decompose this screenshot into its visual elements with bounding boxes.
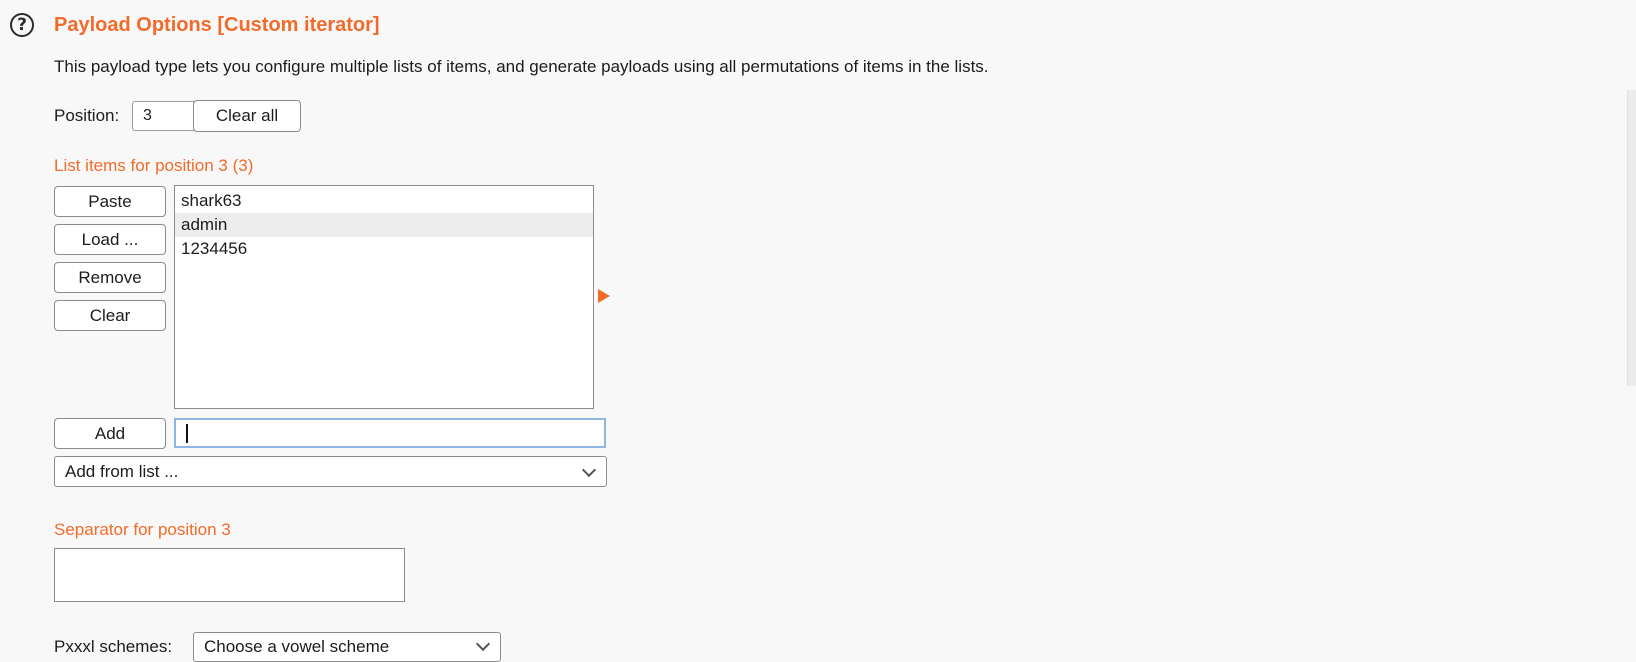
- add-from-list-dropdown[interactable]: Add from list ...: [54, 456, 607, 487]
- add-item-input[interactable]: [174, 418, 606, 448]
- chevron-down-icon: [581, 462, 597, 478]
- scheme-label: Pxxxl schemes:: [54, 637, 173, 656]
- list-item[interactable]: admin: [175, 213, 593, 237]
- clear-all-button[interactable]: Clear all: [193, 100, 301, 132]
- vertical-scrollbar[interactable]: [1627, 90, 1636, 386]
- paste-button[interactable]: Paste: [54, 186, 166, 217]
- list-items-label: List items for position 3 (3): [54, 156, 254, 175]
- section-title: Payload Options [Custom iterator]: [54, 14, 380, 36]
- scheme-dropdown-value: Choose a vowel scheme: [204, 637, 390, 656]
- position-select[interactable]: 3: [132, 101, 194, 131]
- list-items-box[interactable]: shark63 admin 1234456: [174, 185, 594, 409]
- play-arrow-icon[interactable]: [598, 289, 610, 303]
- chevron-down-icon: [475, 636, 491, 652]
- separator-input[interactable]: [54, 548, 405, 602]
- add-from-list-label: Add from list ...: [65, 462, 179, 481]
- position-label: Position:: [54, 106, 120, 125]
- remove-button[interactable]: Remove: [54, 262, 166, 293]
- list-item[interactable]: 1234456: [175, 237, 593, 261]
- text-caret: [186, 424, 188, 443]
- load-button[interactable]: Load ...: [54, 224, 166, 255]
- help-icon[interactable]: ?: [10, 13, 34, 37]
- add-button[interactable]: Add: [54, 418, 166, 449]
- clear-button[interactable]: Clear: [54, 300, 166, 331]
- list-item[interactable]: shark63: [175, 189, 593, 213]
- separator-label: Separator for position 3: [54, 520, 231, 539]
- scheme-dropdown[interactable]: Choose a vowel scheme: [193, 632, 501, 662]
- section-description: This payload type lets you configure mul…: [54, 57, 989, 76]
